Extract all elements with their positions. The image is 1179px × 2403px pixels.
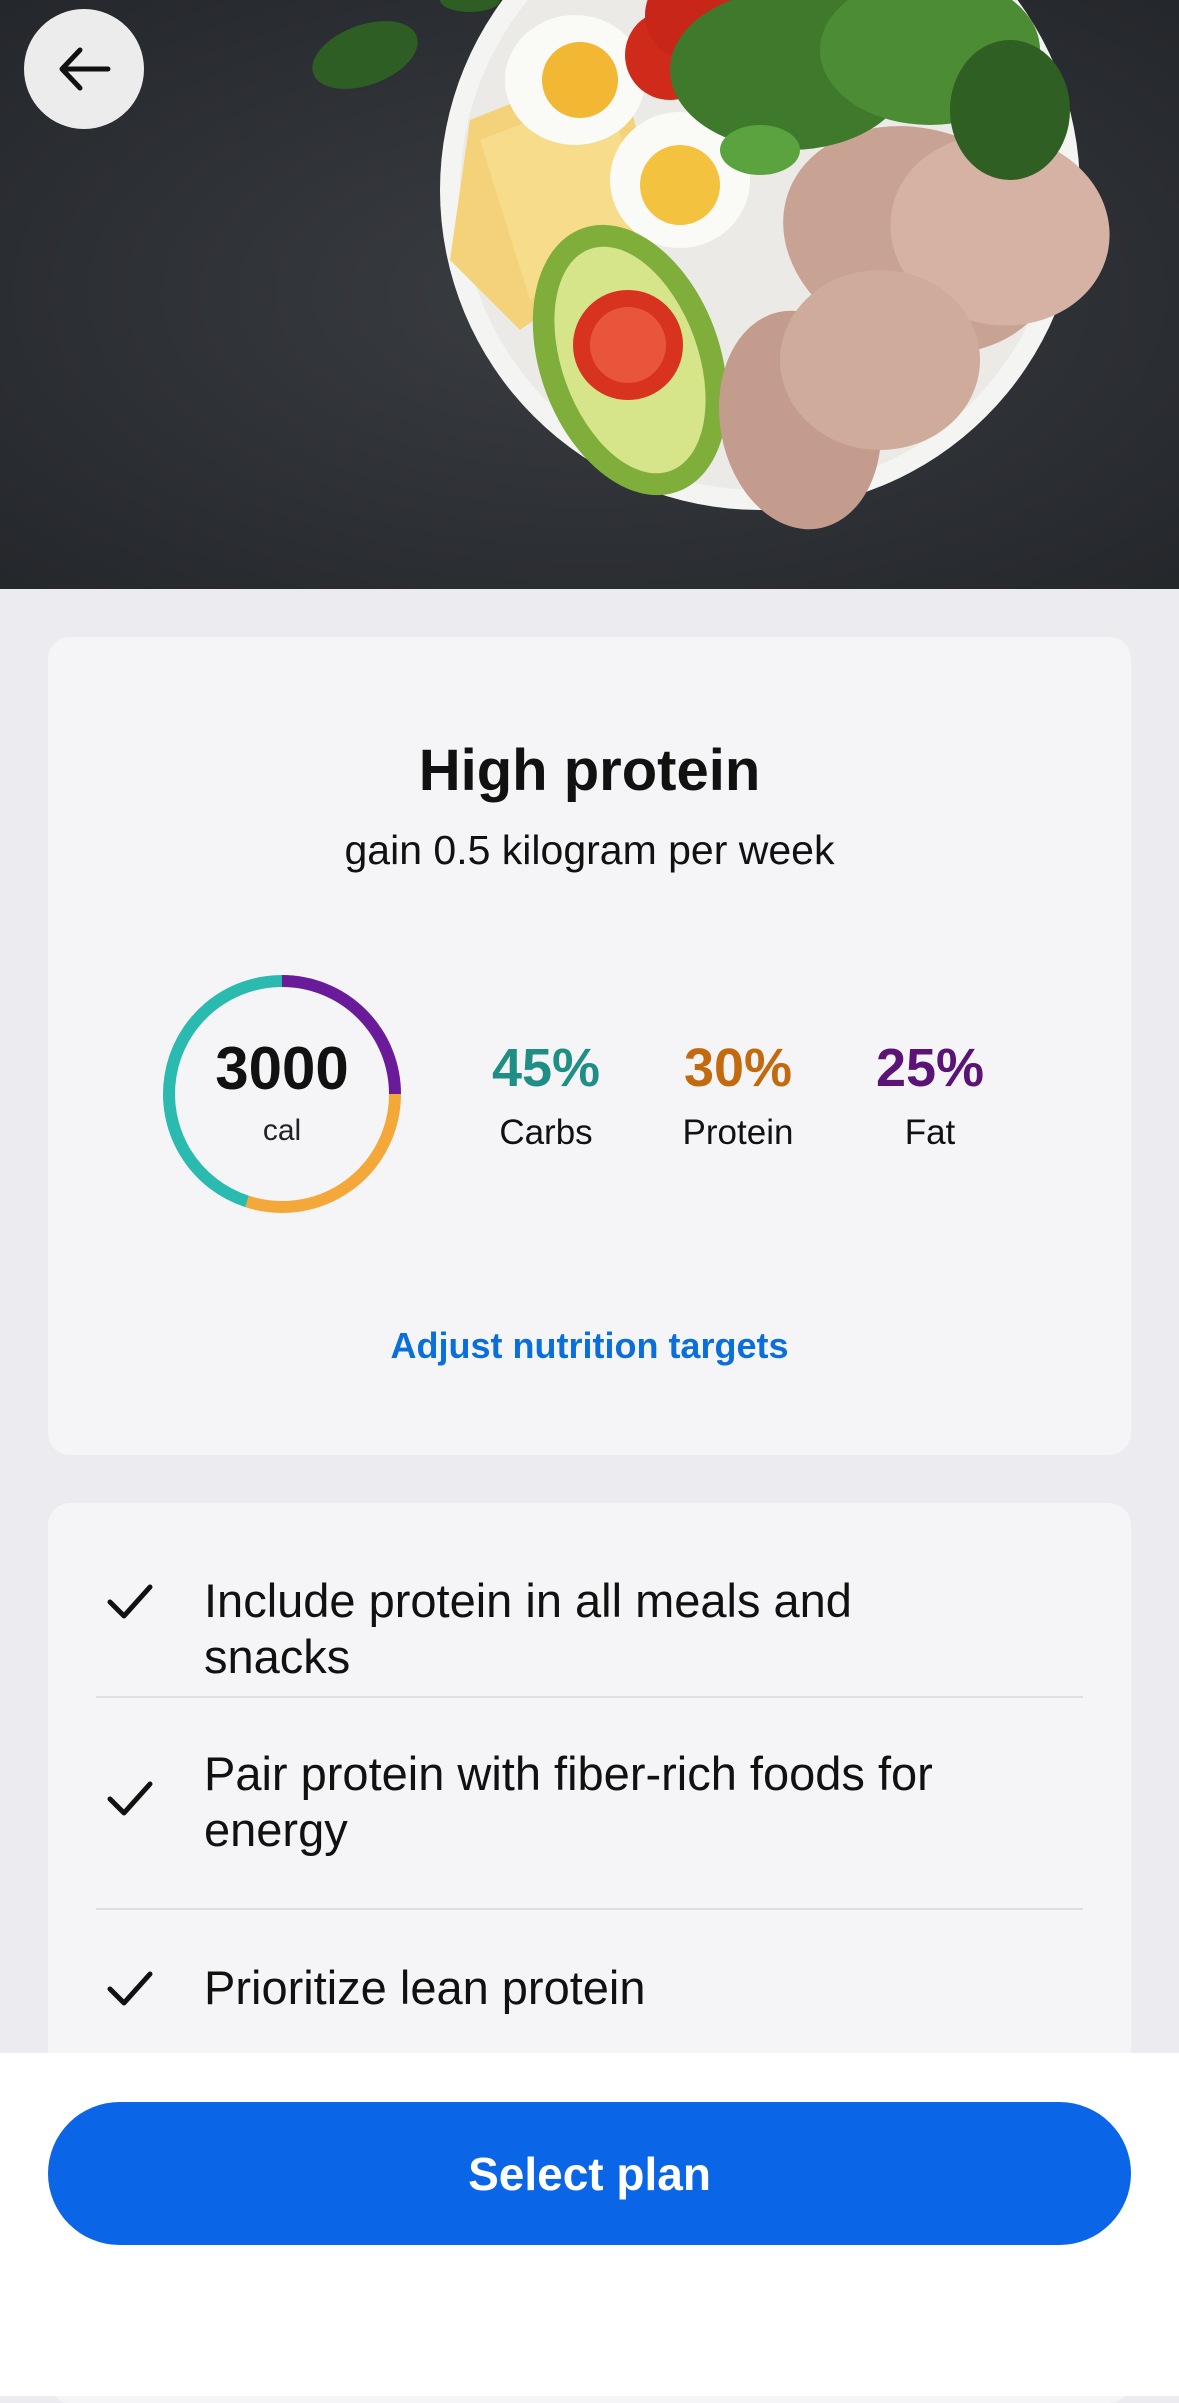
macro-fat-percent: 25% — [875, 1038, 985, 1098]
macro-protein: 30% Protein — [653, 1037, 823, 1153]
macro-carbs: 45% Carbs — [461, 1037, 631, 1153]
tip-item: Pair protein with fiber-rich foods for e… — [48, 1738, 1131, 1858]
hero-image — [0, 0, 1179, 589]
tip-text: Include protein in all meals and snacks — [204, 1574, 852, 1683]
checkmark-icon — [107, 1971, 153, 2006]
select-plan-button[interactable]: Select plan — [48, 2102, 1131, 2245]
adjust-nutrition-link[interactable]: Adjust nutrition targets — [48, 1325, 1131, 1367]
checkmark-icon — [107, 1781, 153, 1816]
calorie-value: 3000 — [215, 1035, 349, 1102]
bottom-action-bar: Select plan — [0, 2053, 1179, 2396]
checkmark-icon — [107, 1584, 153, 1619]
donut-segment-protein — [245, 1093, 401, 1213]
tip-item: Prioritize lean protein — [48, 1948, 1131, 2028]
macro-carbs-percent: 45% — [491, 1038, 601, 1098]
macro-protein-label: Protein — [682, 1113, 794, 1152]
arrow-left-icon — [59, 47, 111, 91]
tip-text: Prioritize lean protein — [204, 1961, 646, 2014]
divider — [96, 1696, 1083, 1698]
macro-protein-percent: 30% — [683, 1038, 793, 1098]
macro-carbs-label: Carbs — [499, 1113, 593, 1152]
plan-goal: gain 0.5 kilogram per week — [344, 827, 835, 873]
tip-item: Include protein in all meals and snacks — [48, 1561, 1131, 1683]
plan-title: High protein — [418, 738, 761, 803]
calorie-ring: 3000 cal — [160, 972, 404, 1216]
divider — [96, 1908, 1083, 1910]
macro-fat-label: Fat — [904, 1113, 956, 1152]
plan-summary-card: High protein gain 0.5 kilogram per week … — [48, 637, 1131, 1455]
back-button[interactable] — [24, 9, 144, 129]
tip-text: Pair protein with fiber-rich foods for e… — [204, 1747, 933, 1856]
macro-fat: 25% Fat — [845, 1037, 1015, 1153]
calorie-unit: cal — [262, 1114, 302, 1147]
